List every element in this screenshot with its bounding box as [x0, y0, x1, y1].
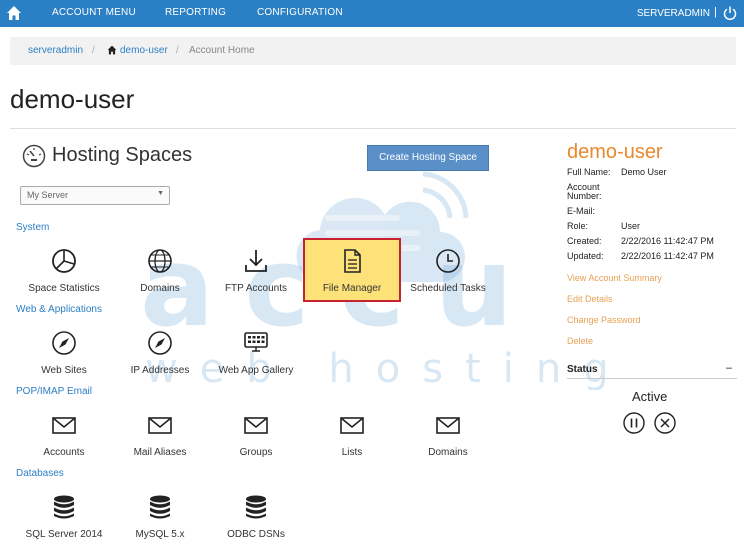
account-number-label-line2: Number: [567, 191, 602, 201]
pause-icon[interactable] [623, 412, 645, 434]
envelope-icon [340, 417, 364, 434]
mail-aliases-label: Mail Aliases [133, 447, 187, 458]
envelope-icon [148, 417, 172, 434]
mail-accounts-label: Accounts [43, 447, 85, 458]
odbc-dsns-tile[interactable]: ODBC DSNs [207, 493, 305, 540]
created-value: 2/22/2016 11:42:47 PM [621, 236, 714, 246]
nav-account-menu[interactable]: ACCOUNT MENU [52, 7, 136, 18]
nav-configuration[interactable]: CONFIGURATION [257, 7, 343, 18]
status-collapse-button[interactable]: – [726, 362, 732, 374]
home-icon[interactable] [6, 5, 22, 21]
role-value: User [621, 221, 641, 231]
page-title: demo-user [10, 84, 135, 114]
user-separator: | [714, 6, 717, 18]
home-icon [107, 45, 117, 55]
sql-server-tile[interactable]: SQL Server 2014 [15, 493, 113, 540]
ftp-accounts-label: FTP Accounts [224, 283, 288, 294]
ip-addresses-label: IP Addresses [130, 365, 190, 376]
domains-tile[interactable]: Domains [111, 247, 209, 294]
envelope-icon [436, 417, 460, 434]
breadcrumb-current: Account Home [189, 45, 255, 56]
web-app-gallery-tile[interactable]: Web App Gallery [207, 329, 305, 376]
updated-label: Updated: [567, 251, 604, 261]
server-select[interactable]: My Server ▼ [20, 186, 170, 205]
role-label: Role: [567, 221, 589, 231]
section-system-label: System [16, 222, 50, 233]
mail-aliases-tile[interactable]: Mail Aliases [111, 411, 209, 458]
domains-label: Domains [140, 283, 180, 294]
status-heading: Status [567, 364, 598, 375]
status-divider [567, 378, 737, 379]
create-hosting-space-button[interactable]: Create Hosting Space [367, 145, 489, 171]
breadcrumb: serveradmin / demo-user / Account Home [10, 37, 736, 65]
database-icon [150, 495, 170, 519]
mail-lists-label: Lists [341, 447, 363, 458]
mysql-tile[interactable]: MySQL 5.x [111, 493, 209, 540]
compass-icon [52, 331, 76, 355]
space-statistics-label: Space Statistics [28, 283, 100, 294]
created-label: Created: [567, 236, 602, 246]
file-manager-label: File Manager [322, 283, 382, 294]
gauge-icon [22, 144, 46, 168]
email-label: E-Mail: [567, 206, 596, 216]
user-menu[interactable]: SERVERADMIN [637, 8, 710, 19]
ip-addresses-tile[interactable]: IP Addresses [111, 329, 209, 376]
breadcrumb-demo-user[interactable]: demo-user [120, 45, 168, 56]
status-value: Active [632, 389, 668, 404]
full-name-value: Demo User [621, 167, 667, 177]
web-sites-label: Web Sites [41, 365, 87, 376]
pie-chart-icon [52, 249, 76, 273]
sql-server-label: SQL Server 2014 [25, 529, 103, 540]
keyboard-icon [244, 332, 268, 352]
mail-groups-label: Groups [239, 447, 273, 458]
breadcrumb-separator: / [176, 45, 179, 56]
chevron-down-icon: ▼ [157, 190, 164, 197]
updated-value: 2/22/2016 11:42:47 PM [621, 251, 714, 261]
envelope-icon [244, 417, 268, 434]
divider [10, 128, 736, 129]
section-databases-label: Databases [16, 468, 64, 479]
mail-groups-tile[interactable]: Groups [207, 411, 305, 458]
top-navigation-bar: ACCOUNT MENU REPORTING CONFIGURATION SER… [0, 0, 744, 27]
odbc-dsns-label: ODBC DSNs [227, 529, 285, 540]
envelope-icon [52, 417, 76, 434]
database-icon [54, 495, 74, 519]
ftp-accounts-tile[interactable]: FTP Accounts [207, 247, 305, 294]
mail-lists-tile[interactable]: Lists [303, 411, 401, 458]
nav-reporting[interactable]: REPORTING [165, 7, 226, 18]
web-sites-tile[interactable]: Web Sites [15, 329, 113, 376]
database-icon [246, 495, 266, 519]
breadcrumb-serveradmin[interactable]: serveradmin [28, 45, 83, 56]
download-icon [245, 250, 267, 272]
delete-link[interactable]: Delete [567, 336, 593, 346]
power-icon[interactable] [722, 5, 738, 21]
mysql-label: MySQL 5.x [135, 529, 185, 540]
breadcrumb-separator: / [92, 45, 95, 56]
mail-domains-tile[interactable]: Domains [399, 411, 497, 458]
scheduled-tasks-tile[interactable]: Scheduled Tasks [399, 247, 497, 294]
edit-details-link[interactable]: Edit Details [567, 294, 613, 304]
file-manager-tile[interactable]: File Manager [303, 238, 401, 302]
server-select-value: My Server [27, 190, 69, 200]
compass-icon [148, 331, 172, 355]
scheduled-tasks-label: Scheduled Tasks [410, 283, 486, 294]
full-name-label: Full Name: [567, 167, 611, 177]
account-name: demo-user [567, 141, 663, 163]
hosting-spaces-title: Hosting Spaces [52, 144, 193, 166]
section-web-label: Web & Applications [16, 304, 102, 315]
stop-icon[interactable] [654, 412, 676, 434]
document-icon [344, 249, 361, 273]
web-app-gallery-label: Web App Gallery [218, 365, 294, 376]
globe-icon [148, 249, 172, 273]
space-statistics-tile[interactable]: Space Statistics [15, 247, 113, 294]
clock-icon [436, 249, 460, 273]
mail-accounts-tile[interactable]: Accounts [15, 411, 113, 458]
mail-domains-label: Domains [428, 447, 468, 458]
change-password-link[interactable]: Change Password [567, 315, 641, 325]
view-account-summary-link[interactable]: View Account Summary [567, 273, 662, 283]
section-mail-label: POP/IMAP Email [16, 386, 92, 397]
